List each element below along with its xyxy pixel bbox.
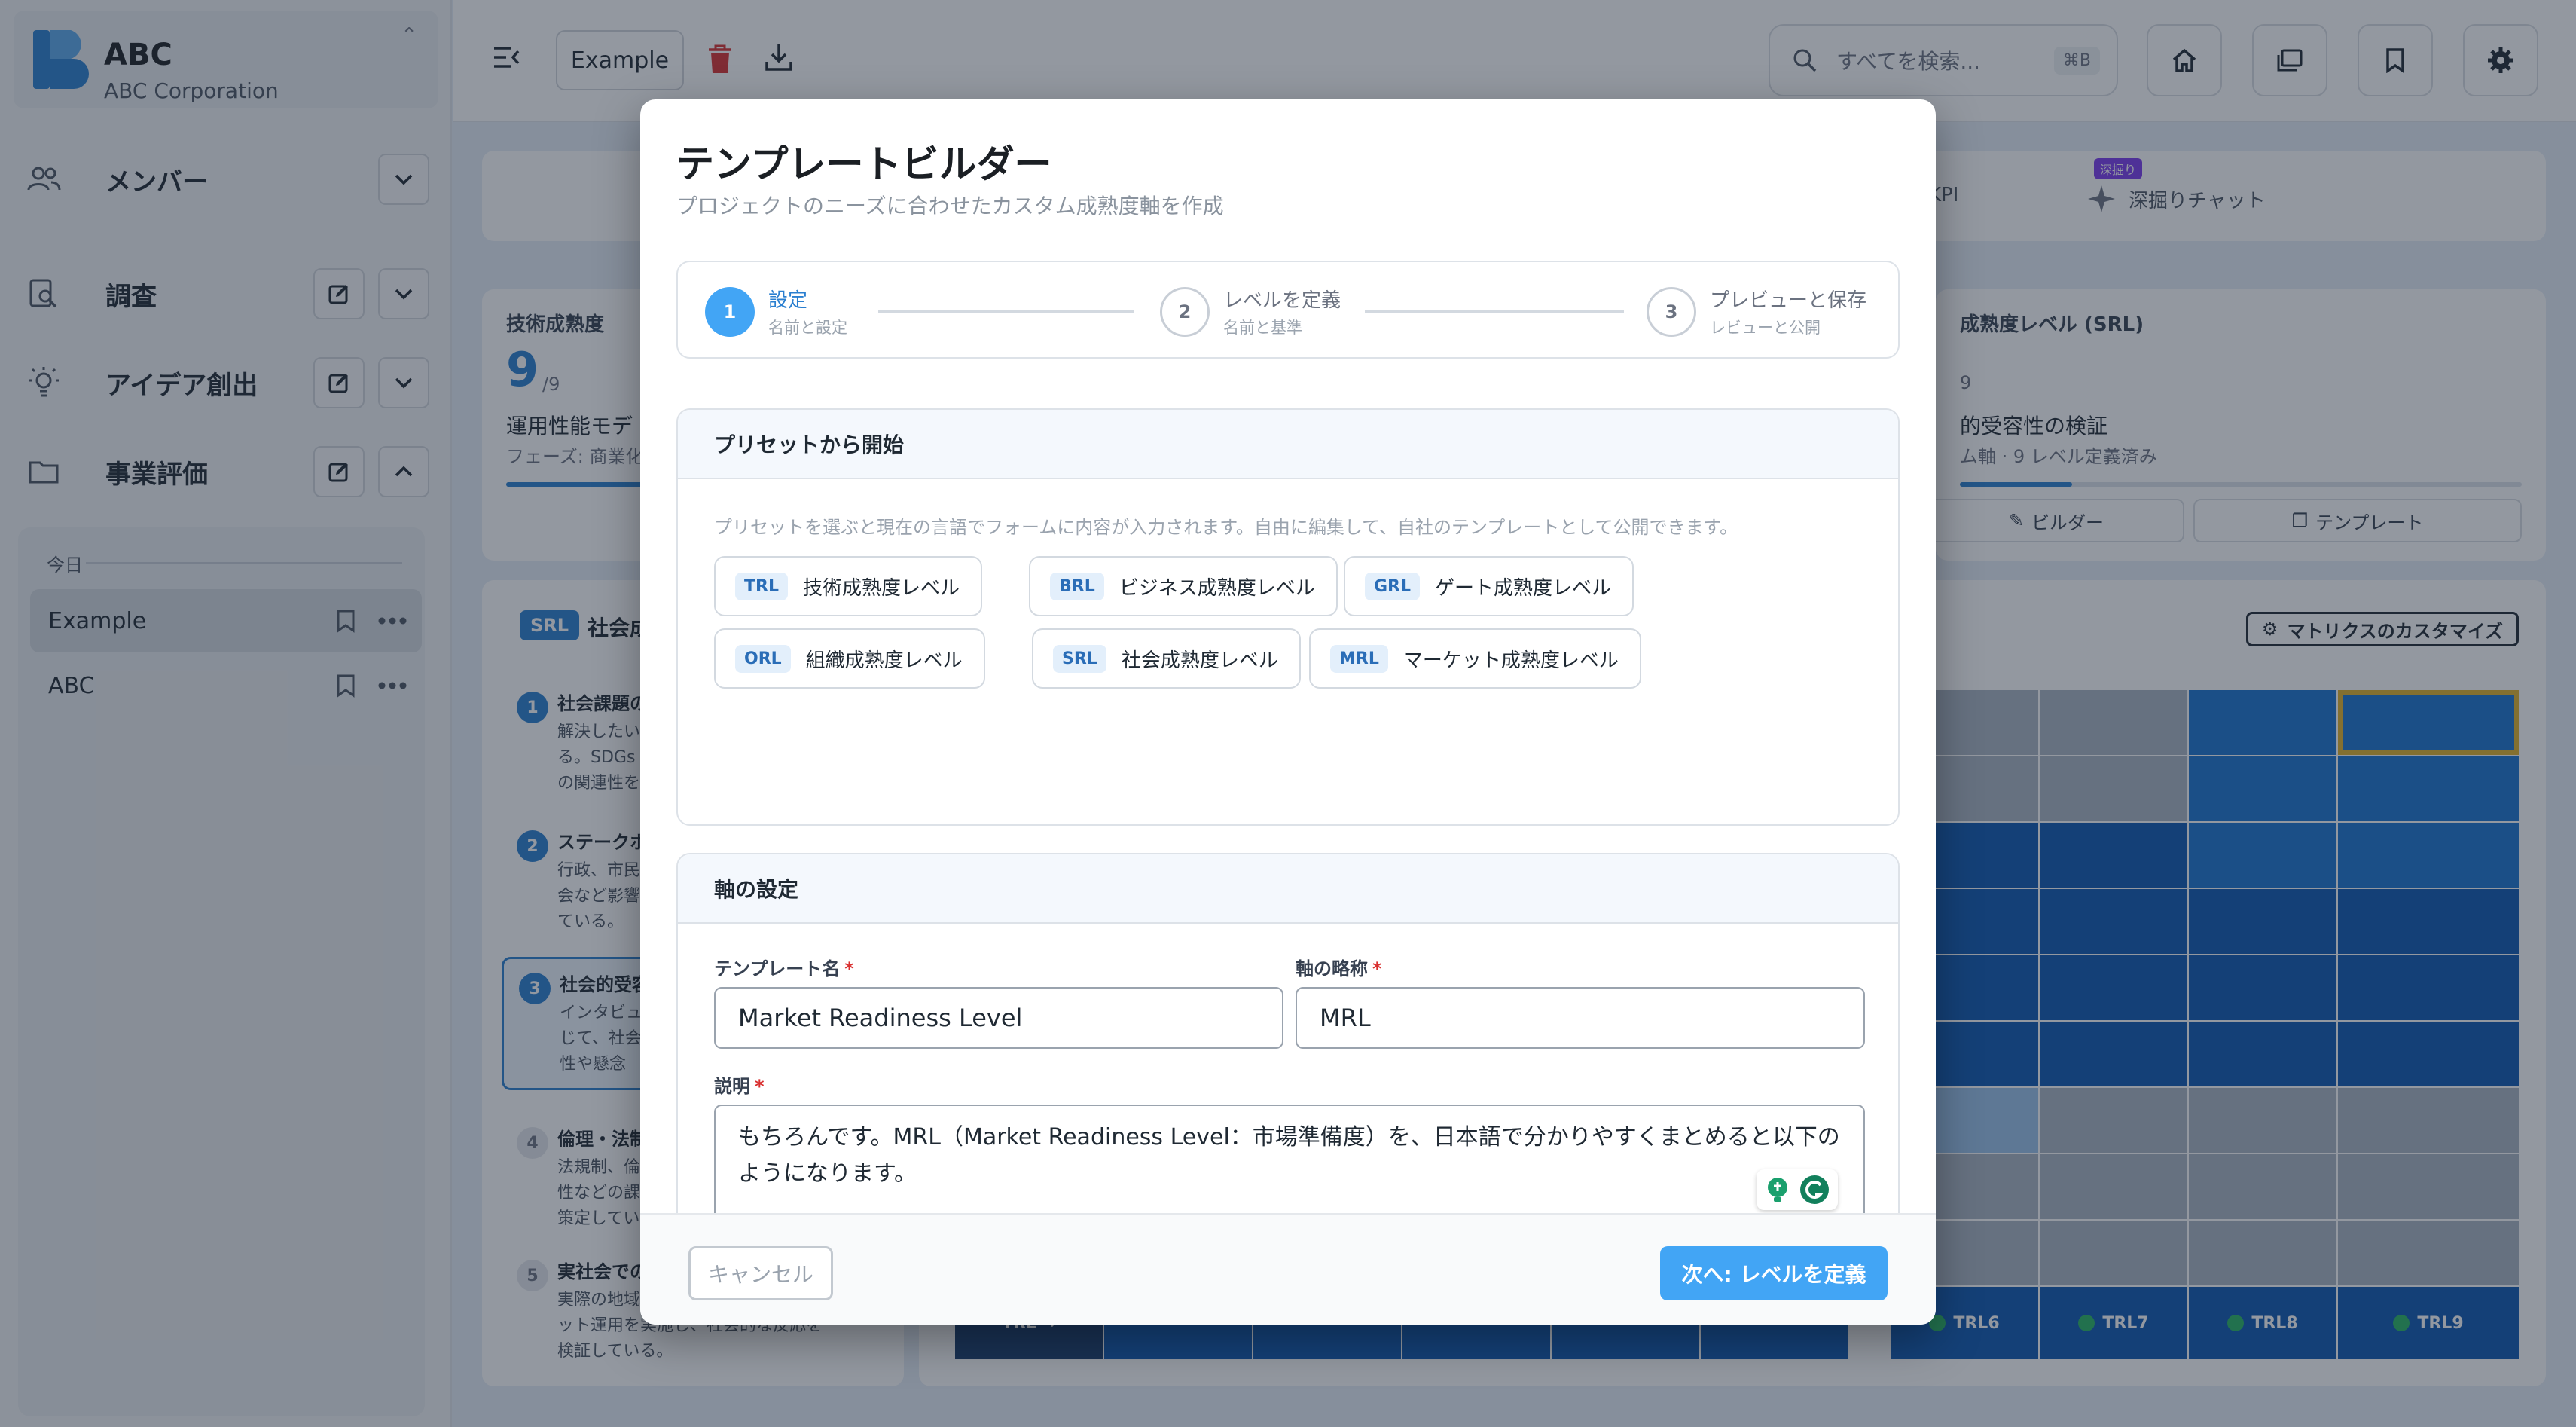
grammar-check-icon: [1800, 1175, 1829, 1204]
chip-code: ORL: [735, 644, 791, 673]
preset-section: プリセットから開始 プリセットを選ぶと現在の言語でフォームに内容が入力されます。…: [676, 408, 1900, 826]
step-connector: [1365, 310, 1624, 313]
preset-chip-grl[interactable]: GRL ゲート成熟度レベル: [1344, 556, 1634, 616]
preset-note: プリセットを選ぶと現在の言語でフォームに内容が入力されます。自由に編集して、自社…: [714, 517, 1738, 538]
dialog-subtitle: プロジェクトのニーズに合わせたカスタム成熟度軸を作成: [676, 194, 1224, 218]
step-number: 3: [1647, 286, 1696, 337]
axis-abbr-label: 軸の略称 *: [1296, 958, 1382, 979]
next-define-levels-button[interactable]: 次へ: レベルを定義: [1660, 1246, 1888, 1300]
step-sub: レビューと公開: [1710, 319, 1821, 337]
template-name-label: テンプレート名 *: [714, 958, 854, 979]
preset-chip-brl[interactable]: BRL ビジネス成熟度レベル: [1029, 556, 1338, 616]
cancel-button[interactable]: キャンセル: [688, 1246, 833, 1300]
step-number: 1: [705, 286, 755, 337]
wizard-stepper: 1 設定 名前と設定 2 レベルを定義 名前と基準 3 プレビューと保存 レビュ…: [676, 261, 1900, 359]
chip-code: TRL: [735, 572, 788, 600]
chip-code: BRL: [1050, 572, 1104, 600]
axis-abbr-input[interactable]: [1296, 987, 1865, 1049]
step-label: レベルを定義: [1223, 289, 1341, 312]
section-heading: 軸の設定: [678, 854, 1898, 924]
preset-chip-mrl[interactable]: MRL マーケット成熟度レベル: [1309, 628, 1641, 689]
step-sub: 名前と基準: [1223, 319, 1302, 337]
preset-chip-orl[interactable]: ORL 組織成熟度レベル: [714, 628, 985, 689]
step-preview-save[interactable]: 3 プレビューと保存 レビューと公開: [1647, 285, 1866, 338]
chip-code: GRL: [1365, 572, 1421, 600]
writing-assistant-widget[interactable]: [1757, 1169, 1838, 1210]
chip-name: 社会成熟度レベル: [1121, 649, 1278, 672]
description-label: 説明 *: [714, 1076, 765, 1097]
template-builder-dialog: テンプレートビルダー プロジェクトのニーズに合わせたカスタム成熟度軸を作成 1 …: [640, 99, 1936, 1325]
chip-name: 組織成熟度レベル: [805, 649, 963, 672]
axis-settings-section: 軸の設定 テンプレート名* 軸の略称* 説明* もちろんです。MRL（Marke…: [676, 853, 1900, 1275]
step-label: 設定: [768, 289, 808, 312]
chip-name: ビジネス成熟度レベル: [1119, 576, 1315, 600]
chip-name: ゲート成熟度レベル: [1435, 576, 1612, 600]
chip-code: MRL: [1330, 644, 1388, 673]
dialog-title: テンプレートビルダー: [676, 142, 1052, 186]
lightbulb-icon: [1768, 1178, 1787, 1202]
step-sub: 名前と設定: [768, 319, 847, 337]
section-heading: プリセットから開始: [678, 410, 1898, 479]
template-name-input[interactable]: [714, 987, 1283, 1049]
step-connector: [878, 310, 1134, 313]
dialog-footer: キャンセル 次へ: レベルを定義: [640, 1213, 1936, 1325]
chip-name: 技術成熟度レベル: [802, 576, 960, 600]
preset-chip-srl[interactable]: SRL 社会成熟度レベル: [1032, 628, 1301, 689]
chip-code: SRL: [1053, 644, 1106, 673]
chip-name: マーケット成熟度レベル: [1402, 649, 1619, 672]
step-settings[interactable]: 1 設定 名前と設定: [705, 285, 847, 338]
step-number: 2: [1160, 286, 1210, 337]
step-define-levels[interactable]: 2 レベルを定義 名前と基準: [1160, 285, 1341, 338]
step-label: プレビューと保存: [1710, 289, 1867, 312]
preset-chip-trl[interactable]: TRL 技術成熟度レベル: [714, 556, 982, 616]
